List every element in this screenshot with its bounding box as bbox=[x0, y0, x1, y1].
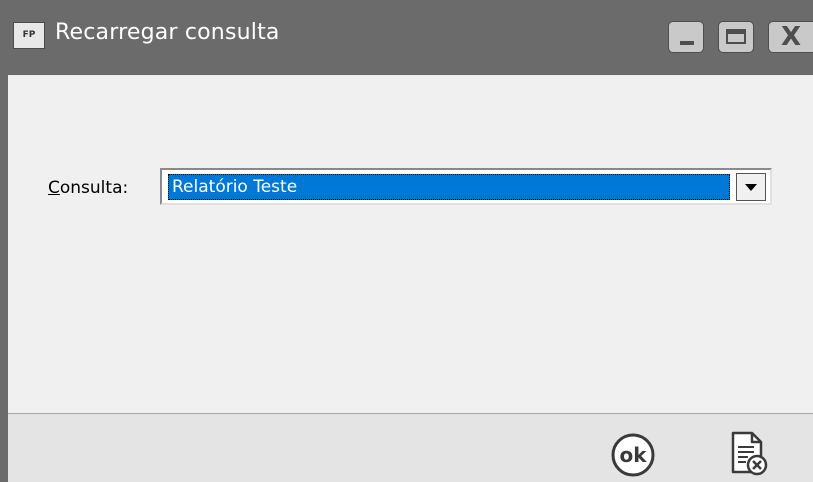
document-cancel-icon bbox=[731, 431, 768, 476]
close-icon: X bbox=[781, 22, 802, 52]
consulta-label: Consulta: bbox=[48, 178, 128, 198]
minimize-icon bbox=[680, 41, 694, 45]
consulta-select[interactable]: Relatório Teste bbox=[160, 168, 772, 205]
consulta-label-text: onsulta: bbox=[59, 178, 129, 198]
ok-circle-icon: ok bbox=[611, 433, 655, 477]
cancel-button[interactable] bbox=[728, 430, 770, 478]
title-bar[interactable]: FP Recarregar consulta X bbox=[8, 0, 813, 75]
chevron-down-icon[interactable] bbox=[736, 173, 766, 201]
window-title: Recarregar consulta bbox=[55, 20, 280, 45]
maximize-button[interactable] bbox=[718, 21, 754, 53]
consulta-selected-value[interactable]: Relatório Teste bbox=[168, 174, 730, 200]
dialog-footer bbox=[8, 413, 813, 482]
dialog-window: FP Recarregar consulta X Consulta: Relat… bbox=[0, 0, 813, 482]
ok-button-label: ok bbox=[619, 443, 647, 467]
maximize-icon bbox=[726, 29, 746, 44]
minimize-button[interactable] bbox=[668, 21, 704, 53]
fp-app-icon[interactable]: FP bbox=[13, 22, 45, 49]
ok-button[interactable]: ok bbox=[610, 432, 656, 478]
close-button[interactable]: X bbox=[768, 21, 813, 53]
consulta-label-accesskey: C bbox=[48, 178, 60, 198]
